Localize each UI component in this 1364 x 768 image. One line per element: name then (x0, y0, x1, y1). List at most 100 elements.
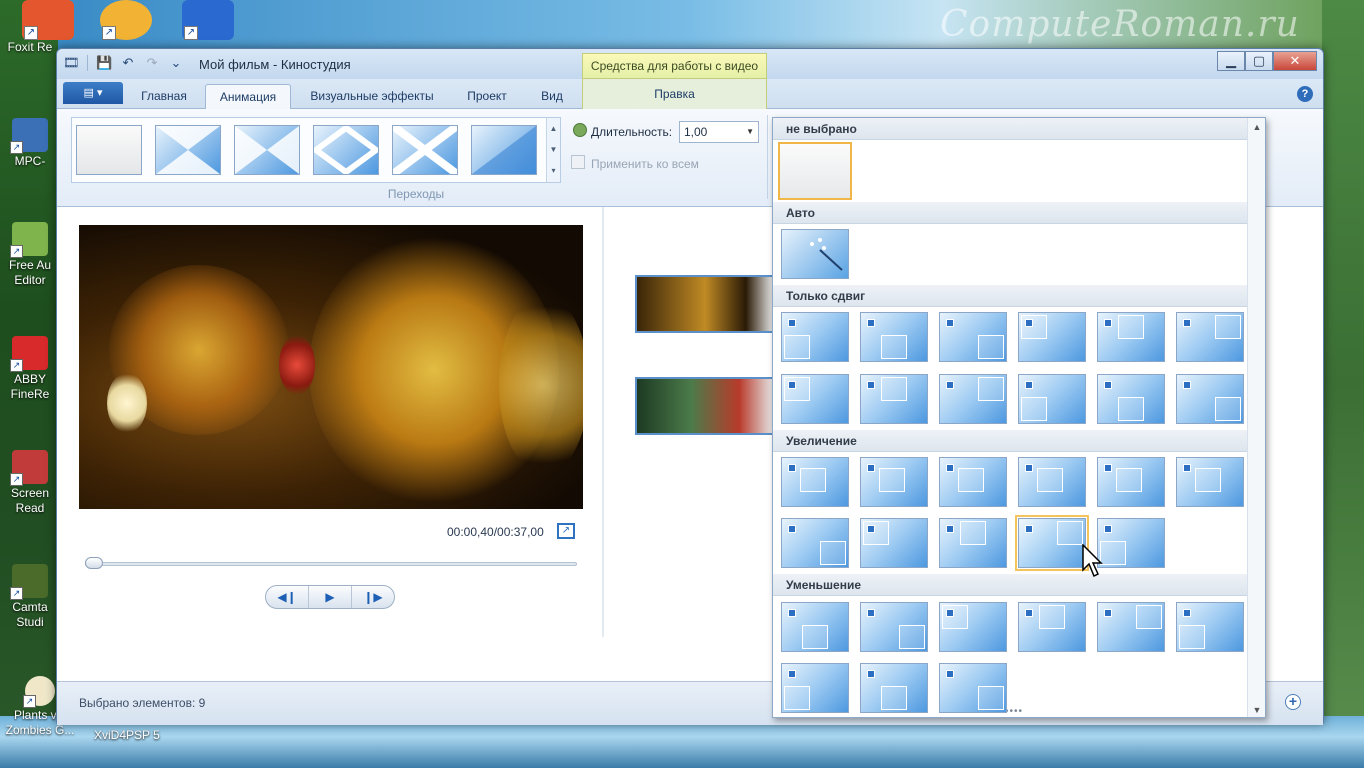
zoom-out-tile-6[interactable] (1176, 602, 1244, 652)
zoom-out-tile-1[interactable] (781, 602, 849, 652)
desktop-icon-audio-editor[interactable]: ↗ Free Au Editor (2, 222, 58, 288)
zoom-in-tile-6[interactable] (1176, 457, 1244, 507)
zoom-in-tile-9[interactable] (939, 518, 1007, 568)
storyboard-clip-2[interactable] (635, 377, 775, 435)
transition-thumb-1[interactable] (155, 125, 221, 175)
desktop-icon-screen-reader[interactable]: ↗ Screen Read (2, 450, 58, 516)
frame-box (820, 541, 846, 565)
zoom-in-tile-1[interactable] (781, 457, 849, 507)
zoom-in-tile-7[interactable] (781, 518, 849, 568)
pan-only-tile-2[interactable] (860, 312, 928, 362)
video-preview[interactable] (79, 225, 583, 509)
zoom-out-tile-3[interactable] (939, 602, 1007, 652)
mouse-pointer-icon (1082, 544, 1103, 578)
gallery-scrollbar[interactable]: ▲ ▼ ▾ (546, 118, 560, 182)
pan-only-tile-12[interactable] (1176, 374, 1244, 424)
app-shortcut-icon[interactable]: ↗ (182, 0, 234, 40)
frame-box (784, 335, 810, 359)
desktop-icon-mpc[interactable]: ↗ MPC- (2, 118, 58, 169)
arrow-icon (946, 670, 954, 678)
play-button[interactable]: ▶ (309, 586, 352, 608)
paint-shortcut-icon[interactable]: ↗ (100, 0, 152, 40)
close-button[interactable]: ✕ (1273, 51, 1317, 71)
pan-only-tile-4[interactable] (1018, 312, 1086, 362)
desktop-icon-label: MPC- (14, 154, 46, 168)
file-menu-button[interactable]: ▤ ▾ (63, 82, 123, 104)
duration-icon (573, 123, 587, 137)
zoom-in-tile-3[interactable] (939, 457, 1007, 507)
zoom-in-tile-5[interactable] (1097, 457, 1165, 507)
seek-thumb[interactable] (85, 557, 103, 569)
zoom-out-tile-7[interactable] (781, 663, 849, 713)
apply-to-all-button[interactable]: Применить ко всем (591, 157, 699, 171)
scroll-down-icon[interactable]: ▼ (1248, 705, 1265, 715)
undo-icon[interactable]: ↶ (120, 55, 136, 71)
arrow-icon (1104, 464, 1112, 472)
maximize-button[interactable]: ▢ (1245, 51, 1273, 71)
pan-only-tile-6[interactable] (1176, 312, 1244, 362)
section-none: не выбрано (773, 118, 1249, 140)
zoom-out-tile-5[interactable] (1097, 602, 1165, 652)
minimize-button[interactable]: ▁ (1217, 51, 1245, 71)
redo-icon[interactable]: ↷ (144, 55, 160, 71)
santa-figure (279, 335, 315, 395)
desktop-icon-xvid-label[interactable]: XviD4PSP 5 (94, 728, 160, 743)
transition-thumb-2[interactable] (234, 125, 300, 175)
dropdown-scrollbar[interactable]: ▲ ▼ (1247, 118, 1265, 717)
frame-box (1136, 605, 1162, 629)
lights-cluster (499, 295, 583, 475)
app-menu-icon[interactable]: 🎞 (63, 55, 80, 71)
desktop-icon-abbyy[interactable]: ↗ ABBY FineRe (2, 336, 58, 402)
resize-grip[interactable]: •••• (1005, 706, 1023, 717)
section-pan-only: Только сдвиг (773, 285, 1249, 307)
next-frame-button[interactable]: ❙▶ (352, 586, 394, 608)
tab-edit[interactable]: Правка (582, 79, 767, 109)
pan-only-tile-3[interactable] (939, 312, 1007, 362)
zoom-in-tile-2[interactable] (860, 457, 928, 507)
zoom-out-tile-4[interactable] (1018, 602, 1086, 652)
pane-divider[interactable] (602, 207, 604, 637)
pan-only-tile-11[interactable] (1097, 374, 1165, 424)
transition-thumb-3[interactable] (310, 124, 382, 176)
arrow-icon (1104, 609, 1112, 617)
zoom-out-tile-8[interactable] (860, 663, 928, 713)
storyboard-clip-1[interactable] (635, 275, 775, 333)
pan-only-tile-1[interactable] (781, 312, 849, 362)
seek-bar[interactable] (85, 562, 577, 566)
pan-zoom-auto-tile[interactable] (781, 229, 849, 279)
tab-home[interactable]: Главная (129, 84, 199, 109)
pan-zoom-none-tile[interactable] (778, 142, 852, 200)
save-icon[interactable]: 💾 (96, 55, 112, 71)
tab-project[interactable]: Проект (453, 84, 521, 109)
pdf-shortcut-icon[interactable]: ↗ (22, 0, 74, 40)
fullscreen-icon[interactable]: ↗ (557, 523, 575, 539)
zoom-in-tile-10[interactable] (1015, 515, 1089, 571)
desktop-icon-foxit[interactable]: Foxit Re (2, 40, 58, 55)
pan-only-tile-9[interactable] (939, 374, 1007, 424)
pan-only-tile-5[interactable] (1097, 312, 1165, 362)
transition-thumb-5[interactable] (471, 125, 537, 175)
transition-thumb-none[interactable] (76, 125, 142, 175)
zoom-in-button[interactable]: + (1285, 694, 1301, 710)
help-icon[interactable]: ? (1297, 86, 1313, 102)
tab-animation[interactable]: Анимация (205, 84, 291, 109)
transitions-group-label: Переходы (387, 187, 445, 201)
zoom-in-tile-11[interactable] (1097, 518, 1165, 568)
shortcut-arrow-icon: ↗ (102, 26, 116, 40)
duration-select[interactable]: 1,00 ▼ (679, 121, 759, 143)
pan-only-tile-8[interactable] (860, 374, 928, 424)
zoom-in-tile-4[interactable] (1018, 457, 1086, 507)
zoom-out-tile-2[interactable] (860, 602, 928, 652)
zoom-in-tile-8[interactable] (860, 518, 928, 568)
tab-visual-effects[interactable]: Визуальные эффекты (299, 84, 445, 109)
pan-only-tile-7[interactable] (781, 374, 849, 424)
zoom-out-tile-9[interactable] (939, 663, 1007, 713)
arrow-icon (867, 381, 875, 389)
pan-only-tile-10[interactable] (1018, 374, 1086, 424)
previous-frame-button[interactable]: ◀❙ (266, 586, 309, 608)
scroll-up-icon[interactable]: ▲ (1248, 122, 1265, 132)
customize-toolbar-icon[interactable]: ⌄ (168, 55, 184, 71)
tab-view[interactable]: Вид (529, 84, 575, 109)
transition-thumb-4[interactable] (390, 122, 460, 178)
desktop-icon-camtasia[interactable]: ↗ Camta Studi (2, 564, 58, 630)
